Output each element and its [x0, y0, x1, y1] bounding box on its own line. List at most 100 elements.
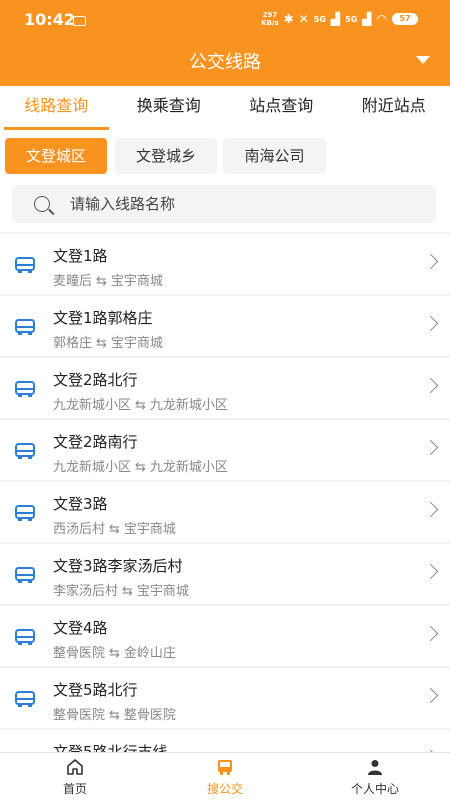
route-stops: 西汤后村 ⇆ 宝宇商城	[53, 518, 176, 537]
bus-icon	[15, 505, 35, 521]
search-box[interactable]	[12, 185, 436, 223]
route-name: 文登5路北行支线	[53, 743, 168, 752]
swap-arrows-icon: ⇆	[109, 646, 120, 661]
net-speed: 297 KB/s	[261, 11, 278, 27]
swap-arrows-icon: ⇆	[135, 398, 146, 413]
chevron-right-icon	[422, 687, 439, 704]
user-icon	[368, 760, 382, 775]
chevron-right-icon	[422, 253, 439, 270]
route-name: 文登5路北行	[53, 681, 138, 699]
tab-route-query[interactable]: 线路查询	[0, 86, 113, 130]
route-row[interactable]: 文登3路李家汤后村 李家汤后村 ⇆ 宝宇商城	[0, 544, 450, 604]
route-to: 九龙新城小区	[149, 398, 228, 413]
route-to: 金岭山庄	[123, 646, 176, 661]
region-selector: 文登城区 文登城乡 南海公司	[0, 130, 450, 180]
bus-icon	[15, 629, 35, 645]
search-icon	[34, 196, 50, 212]
bus-icon	[15, 567, 35, 583]
route-to: 九龙新城小区	[149, 460, 228, 475]
bus-icon	[15, 257, 35, 273]
bus-icon	[15, 319, 35, 335]
route-name: 文登4路	[53, 619, 108, 637]
swap-arrows-icon: ⇆	[96, 274, 107, 289]
route-to: 宝宇商城	[136, 584, 189, 599]
chevron-right-icon	[422, 501, 439, 518]
route-stops: 九龙新城小区 ⇆ 九龙新城小区	[53, 394, 228, 413]
top-bar: 10:42 297 KB/s ✱ ✕ 5G ▟ 5G ▟ ◠ 57 公交线路	[0, 0, 450, 86]
tab-bar: 线路查询 换乘查询 站点查询 附近站点	[0, 86, 450, 130]
search-input[interactable]	[70, 185, 420, 223]
route-to: 整骨医院	[123, 708, 176, 723]
route-name: 文登1路郭格庄	[53, 309, 153, 327]
status-time: 10:42	[24, 10, 75, 29]
nav-home[interactable]: 首页	[0, 753, 150, 800]
wifi-icon: ◠	[376, 12, 387, 26]
route-to: 宝宇商城	[110, 336, 163, 351]
swap-arrows-icon: ⇆	[96, 336, 107, 351]
swap-arrows-icon: ⇆	[122, 584, 133, 599]
route-row[interactable]: 文登5路北行支线	[0, 730, 450, 752]
bus-icon	[218, 760, 232, 775]
chevron-right-icon	[422, 377, 439, 394]
bus-icon	[15, 381, 35, 397]
signal-2-icon: ▟	[362, 12, 372, 26]
home-icon	[67, 759, 83, 775]
nav-profile-label: 个人中心	[350, 782, 399, 796]
tab-nearby-stops[interactable]: 附近站点	[338, 86, 450, 130]
route-from: 整骨医院	[53, 646, 106, 661]
route-stops: 麦疃后 ⇆ 宝宇商城	[53, 270, 163, 289]
signal-1-label: 5G	[313, 14, 326, 24]
route-from: 九龙新城小区	[53, 398, 132, 413]
battery-icon: 57	[392, 13, 418, 25]
route-to: 宝宇商城	[110, 274, 163, 289]
route-name: 文登1路	[53, 247, 108, 265]
region-chip-urban[interactable]: 文登城区	[5, 138, 107, 174]
chevron-right-icon	[422, 625, 439, 642]
route-name: 文登3路李家汤后村	[53, 557, 183, 575]
route-from: 郭格庄	[53, 336, 93, 351]
route-stops: 整骨医院 ⇆ 整骨医院	[53, 704, 176, 723]
route-from: 麦疃后	[53, 274, 93, 289]
route-from: 李家汤后村	[53, 584, 119, 599]
route-name: 文登3路	[53, 495, 108, 513]
route-stops: 李家汤后村 ⇆ 宝宇商城	[53, 580, 189, 599]
route-row[interactable]: 文登2路南行 九龙新城小区 ⇆ 九龙新城小区	[0, 420, 450, 480]
status-icons: 297 KB/s ✱ ✕ 5G ▟ 5G ▟ ◠ 57	[261, 11, 418, 27]
page-title: 公交线路	[189, 52, 261, 73]
bus-icon	[15, 691, 35, 707]
signal-2-label: 5G	[345, 14, 358, 24]
status-bar: 10:42 297 KB/s ✱ ✕ 5G ▟ 5G ▟ ◠ 57	[0, 0, 450, 38]
dropdown-arrow-icon[interactable]	[416, 56, 430, 64]
route-row[interactable]: 文登3路西汤后村 ⇆ 宝宇商城	[0, 482, 450, 542]
route-list[interactable]: 文登1路 麦疃后 ⇆ 宝宇商城 文登1路郭格庄 郭格庄 ⇆ 宝宇商城 文登2路北行 九龙新城小区 ⇆…	[0, 232, 450, 752]
nav-profile[interactable]: 个人中心	[300, 753, 450, 800]
bus-icon	[15, 443, 35, 459]
chevron-right-icon	[422, 439, 439, 456]
route-row[interactable]: 文登4路整骨医院 ⇆ 金岭山庄	[0, 606, 450, 666]
tab-transfer-query[interactable]: 换乘查询	[113, 86, 226, 130]
route-row[interactable]: 文登1路郭格庄 郭格庄 ⇆ 宝宇商城	[0, 296, 450, 356]
route-name: 文登2路北行	[53, 371, 138, 389]
signal-1-icon: ▟	[330, 12, 341, 26]
route-to: 宝宇商城	[123, 522, 176, 537]
route-row[interactable]: 文登5路北行 整骨医院 ⇆ 整骨医院	[0, 668, 450, 728]
bottom-nav: 首页 搜公交 个人中心	[0, 752, 450, 800]
nav-search-bus[interactable]: 搜公交	[150, 753, 300, 800]
swap-arrows-icon: ⇆	[109, 522, 120, 537]
bluetooth-icon: ✱	[283, 12, 294, 26]
route-from: 西汤后村	[53, 522, 106, 537]
swap-arrows-icon: ⇆	[135, 460, 146, 475]
region-chip-rural[interactable]: 文登城乡	[115, 138, 217, 174]
net-speed-value: 297	[262, 11, 278, 19]
net-speed-unit: KB/s	[261, 19, 279, 27]
route-from: 整骨医院	[53, 708, 106, 723]
region-chip-nanhai[interactable]: 南海公司	[223, 138, 326, 174]
route-row[interactable]: 文登1路麦疃后 ⇆ 宝宇商城	[0, 234, 450, 294]
swap-arrows-icon: ⇆	[109, 708, 120, 723]
route-row[interactable]: 文登2路北行 九龙新城小区 ⇆ 九龙新城小区	[0, 358, 450, 418]
search-section	[0, 180, 450, 232]
route-stops: 整骨医院 ⇆ 金岭山庄	[53, 642, 176, 661]
chevron-right-icon	[422, 315, 439, 332]
tab-stop-query[interactable]: 站点查询	[225, 86, 338, 130]
message-icon	[73, 16, 86, 26]
